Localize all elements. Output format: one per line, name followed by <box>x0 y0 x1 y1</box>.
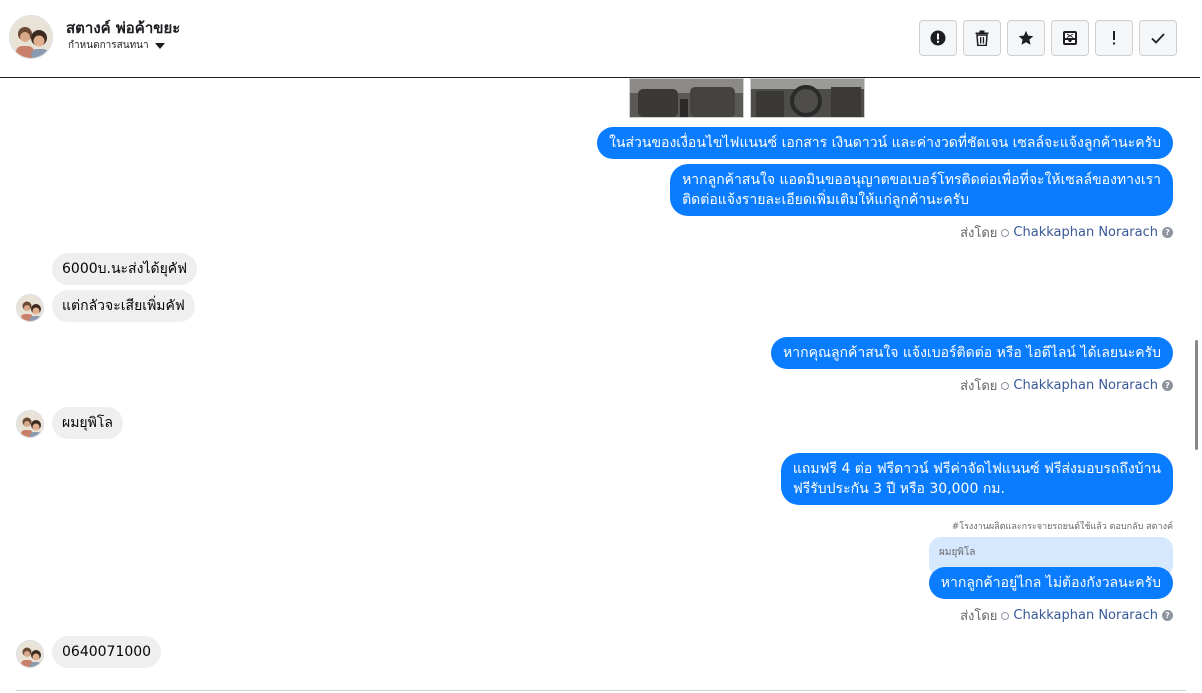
message-line: หากลูกค้าสนใจ แอดมินขออนุญาตขอเบอร์โทรติ… <box>682 172 1161 188</box>
check-icon <box>1151 33 1165 44</box>
verified-icon <box>1001 228 1010 237</box>
delete-button[interactable] <box>963 20 1001 56</box>
sent-by-label: ส่งโดย Chakkaphan Norarach ? <box>960 375 1173 396</box>
mark-done-button[interactable] <box>1139 20 1177 56</box>
conversation-header: สตางค์ พ่อค้าขยะ กำหนดการสนทนา <box>0 0 1200 78</box>
archive-button[interactable] <box>1051 20 1089 56</box>
sent-by-prefix: ส่งโดย <box>960 379 998 394</box>
sent-by-prefix: ส่งโดย <box>960 609 998 624</box>
car-dashboard-photo[interactable] <box>750 78 865 118</box>
assign-conversation-label: กำหนดการสนทนา <box>68 40 149 51</box>
incoming-message[interactable]: ผมยุพิโล <box>52 407 123 439</box>
alert-circle-icon <box>930 30 946 46</box>
outgoing-message[interactable]: หากคุณลูกค้าสนใจ แจ้งเบอร์ติดต่อ หรือ ไอ… <box>771 337 1173 369</box>
message-thread[interactable]: ในส่วนของเงื่อนไขไฟแนนซ์ เอกสาร เงินดาวน… <box>0 78 1195 693</box>
outgoing-message[interactable]: แถมฟรี 4 ต่อ ฟรีดาวน์ ฟรีค่าจัดไฟแนนซ์ ฟ… <box>780 453 1173 505</box>
conversation-toolbar <box>919 20 1177 56</box>
message-line: ติดต่อแจ้งรายละเอียดเพิ่มเติมให้แก่ลูกค้… <box>682 192 970 208</box>
incoming-message[interactable]: 0640071000 <box>52 636 162 668</box>
exclamation-icon <box>1113 31 1115 45</box>
contact-avatar-small[interactable] <box>16 294 44 322</box>
contact-avatar-small[interactable] <box>16 640 44 668</box>
message-line: แถมฟรี 4 ต่อ ฟรีดาวน์ ฟรีค่าจัดไฟแนนซ์ ฟ… <box>792 461 1161 477</box>
archive-icon <box>1063 31 1077 45</box>
scrollbar-thumb[interactable] <box>1195 340 1198 450</box>
outgoing-message[interactable]: หากลูกค้าอยู่ไกล ไม่ต้องกังวลนะครับ <box>928 567 1173 599</box>
sender-name-link[interactable]: Chakkaphan Norarach <box>1013 608 1158 623</box>
help-icon[interactable]: ? <box>1162 610 1173 621</box>
contact-avatar[interactable] <box>9 15 53 59</box>
contact-name[interactable]: สตางค์ พ่อค้าขยะ <box>66 16 180 40</box>
trash-icon <box>975 30 989 46</box>
contact-avatar-small[interactable] <box>16 410 44 438</box>
messenger-inbox-page: สตางค์ พ่อค้าขยะ กำหนดการสนทนา ในส่วนของ… <box>0 0 1202 693</box>
sender-name-link[interactable]: Chakkaphan Norarach <box>1013 378 1158 393</box>
report-spam-button[interactable] <box>919 20 957 56</box>
composer-divider <box>16 690 1186 691</box>
verified-icon <box>1001 611 1010 620</box>
assign-conversation-dropdown[interactable]: กำหนดการสนทนา <box>68 38 165 53</box>
help-icon[interactable]: ? <box>1162 227 1173 238</box>
caret-down-icon <box>154 42 165 49</box>
incoming-message[interactable]: แต่กลัวจะเสียเพิ่มคัฟ <box>52 290 195 322</box>
message-line: ฟรีรับประกัน 3 ปี หรือ 30,000 กม. <box>792 481 1005 497</box>
mark-important-button[interactable] <box>1095 20 1133 56</box>
sent-by-label: ส่งโดย Chakkaphan Norarach ? <box>960 222 1173 243</box>
sent-by-label: ส่งโดย Chakkaphan Norarach ? <box>960 605 1173 626</box>
car-interior-photo[interactable] <box>629 78 744 118</box>
sent-by-prefix: ส่งโดย <box>960 226 998 241</box>
incoming-message[interactable]: 6000บ.นะส่งได้ยุคัฟ <box>52 253 198 285</box>
reply-context-note: #โรงงานผลิตและกระจายรถยนต์ใช้แล้ว ตอบกลั… <box>951 522 1173 532</box>
star-icon <box>1018 30 1034 45</box>
sender-name-link[interactable]: Chakkaphan Norarach <box>1013 225 1158 240</box>
outgoing-message[interactable]: ในส่วนของเงื่อนไขไฟแนนซ์ เอกสาร เงินดาวน… <box>597 127 1173 159</box>
help-icon[interactable]: ? <box>1162 380 1173 391</box>
outgoing-message[interactable]: หากลูกค้าสนใจ แอดมินขออนุญาตขอเบอร์โทรติ… <box>670 164 1173 216</box>
verified-icon <box>1001 381 1010 390</box>
star-button[interactable] <box>1007 20 1045 56</box>
